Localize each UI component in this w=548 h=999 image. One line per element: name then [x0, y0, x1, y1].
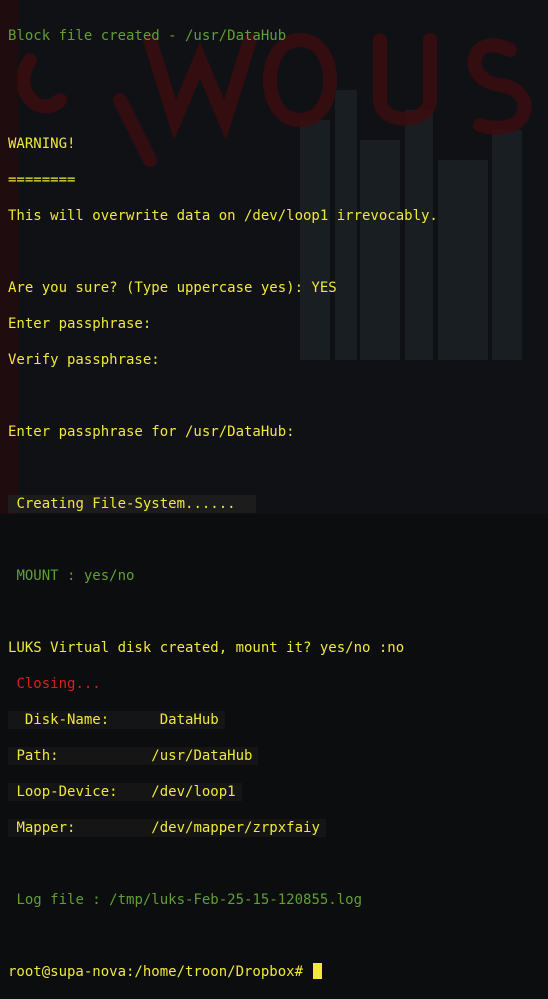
luks-created-line: LUKS Virtual disk created, mount it? yes…: [8, 640, 405, 656]
disk-name-line: Disk-Name: DataHub: [8, 711, 225, 729]
text-cursor[interactable]: [313, 963, 323, 979]
overwrite-warning-line: This will overwrite data on /dev/loop1 i…: [8, 208, 438, 224]
verify-passphrase-line: Verify passphrase:: [8, 352, 160, 368]
closing-line: Closing...: [16, 676, 101, 692]
block-created-line: Block file created - /usr/DataHub: [8, 28, 287, 44]
mount-line: MOUNT : yes/no: [16, 568, 135, 584]
warning-line: WARNING!: [8, 136, 76, 152]
loop-device-line: Loop-Device: /dev/loop1: [8, 783, 242, 801]
shell-prompt: root@supa-nova:/home/troon/Dropbox#: [8, 964, 312, 980]
warning-rule: ========: [8, 172, 76, 188]
enter-passphrase-line: Enter passphrase:: [8, 316, 152, 332]
mapper-line: Mapper: /dev/mapper/zrpxfaiy: [8, 819, 326, 837]
terminal-window[interactable]: Block file created - /usr/DataHub WARNIN…: [0, 0, 548, 980]
creating-filesystem-line: Creating File-System......: [8, 495, 256, 513]
path-line: Path: /usr/DataHub: [8, 747, 259, 765]
enter-passphrase-for-line: Enter passphrase for /usr/DataHub:: [8, 424, 295, 440]
confirm-line: Are you sure? (Type uppercase yes): YES: [8, 280, 337, 296]
log-file-line: Log file : /tmp/luks-Feb-25-15-120855.lo…: [16, 892, 363, 908]
